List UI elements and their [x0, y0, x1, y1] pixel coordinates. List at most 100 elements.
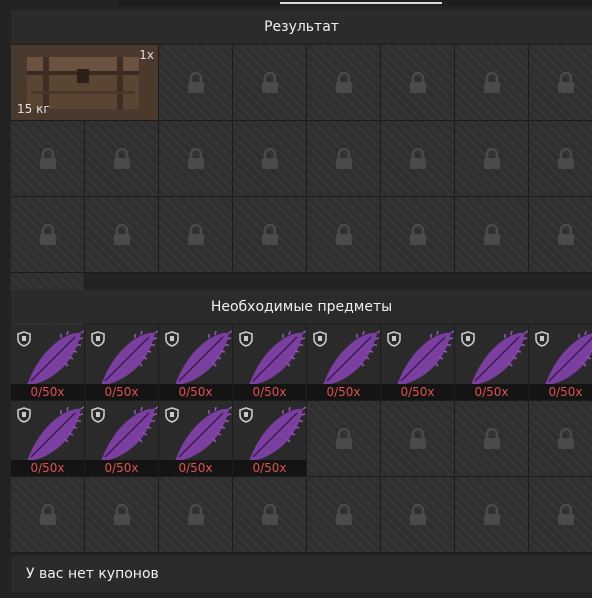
lock-icon: [261, 147, 278, 169]
locked-slot: [85, 477, 159, 553]
lock-icon: [113, 503, 130, 525]
lock-icon: [409, 503, 426, 525]
locked-slot: [455, 477, 529, 553]
lock-icon: [335, 503, 352, 525]
required-item[interactable]: 0/50x: [233, 325, 307, 401]
locked-slot: [381, 121, 455, 197]
locked-slot: [529, 477, 592, 553]
lock-icon: [409, 147, 426, 169]
lock-icon: [483, 427, 500, 449]
required-item[interactable]: 0/50x: [529, 325, 592, 401]
required-items-title: Необходимые предметы: [210, 298, 393, 315]
required-item[interactable]: 0/50x: [159, 401, 233, 477]
locked-slot: [85, 121, 159, 197]
item-count: 0/50x: [455, 384, 528, 400]
top-tab-strip: [118, 0, 592, 6]
item-weight: 15 кг: [17, 102, 50, 116]
required-item[interactable]: 0/50x: [11, 401, 85, 477]
lock-icon: [409, 223, 426, 245]
locked-slot: [381, 477, 455, 553]
item-count: 0/50x: [85, 460, 158, 476]
lock-icon: [261, 503, 278, 525]
required-item[interactable]: 0/50x: [11, 325, 85, 401]
required-items-header: Необходимые предметы: [11, 290, 592, 323]
shield-icon: [535, 331, 549, 347]
lock-icon: [483, 71, 500, 93]
lock-icon: [483, 503, 500, 525]
required-item[interactable]: 0/50x: [455, 325, 529, 401]
feather-icon: [101, 330, 158, 385]
locked-slot: [233, 121, 307, 197]
item-count: 0/50x: [381, 384, 454, 400]
locked-slot: [381, 401, 455, 477]
required-items-grid: 0/50x 0/50x 0/50x 0/50x 0/50x 0/50x 0/50x 0/50x…: [11, 325, 592, 553]
lock-icon: [557, 427, 574, 449]
locked-slot: [11, 477, 85, 553]
lock-icon: [557, 503, 574, 525]
lock-icon: [187, 147, 204, 169]
shield-icon: [17, 407, 31, 423]
lock-icon: [113, 223, 130, 245]
lock-icon: [39, 147, 56, 169]
shield-icon: [239, 407, 253, 423]
lock-icon: [187, 503, 204, 525]
shield-icon: [91, 331, 105, 347]
required-item[interactable]: 0/50x: [381, 325, 455, 401]
locked-slot: [307, 401, 381, 477]
locked-slot: [529, 401, 592, 477]
active-tab-indicator: [280, 2, 442, 4]
item-count: 0/50x: [159, 384, 232, 400]
feather-icon: [249, 406, 306, 461]
locked-slot: [455, 45, 529, 121]
lock-icon: [557, 223, 574, 245]
locked-slot: [307, 121, 381, 197]
lock-icon: [335, 147, 352, 169]
lock-icon: [335, 427, 352, 449]
locked-slot: [233, 45, 307, 121]
locked-slot: [11, 121, 85, 197]
lock-icon: [483, 147, 500, 169]
required-item[interactable]: 0/50x: [307, 325, 381, 401]
shield-icon: [91, 407, 105, 423]
required-item[interactable]: 0/50x: [159, 325, 233, 401]
required-item[interactable]: 0/50x: [85, 401, 159, 477]
locked-slot: [159, 197, 233, 273]
lock-icon: [261, 223, 278, 245]
shield-icon: [165, 407, 179, 423]
item-count: 0/50x: [233, 460, 306, 476]
required-item[interactable]: 0/50x: [85, 325, 159, 401]
locked-slot: [159, 121, 233, 197]
result-item-chest[interactable]: 1x 15 кг: [11, 45, 159, 121]
locked-slot: [455, 401, 529, 477]
required-item[interactable]: 0/50x: [233, 401, 307, 477]
shield-icon: [387, 331, 401, 347]
item-count: 0/50x: [307, 384, 380, 400]
item-count: 0/50x: [159, 460, 232, 476]
locked-slot: [307, 477, 381, 553]
lock-icon: [557, 71, 574, 93]
item-count: 0/50x: [85, 384, 158, 400]
locked-slot: [307, 197, 381, 273]
feather-icon: [397, 330, 454, 385]
shield-icon: [313, 331, 327, 347]
locked-slot: [381, 45, 455, 121]
locked-slot: [455, 197, 529, 273]
shield-icon: [239, 331, 253, 347]
lock-icon: [187, 71, 204, 93]
locked-slot: [233, 197, 307, 273]
feather-icon: [27, 406, 84, 461]
item-count: 0/50x: [11, 384, 84, 400]
lock-icon: [39, 503, 56, 525]
lock-icon: [335, 71, 352, 93]
feather-icon: [175, 330, 232, 385]
coupons-bar: У вас нет купонов: [11, 556, 592, 592]
item-count: 0/50x: [529, 384, 592, 400]
lock-icon: [557, 147, 574, 169]
lock-icon: [187, 223, 204, 245]
feather-icon: [175, 406, 232, 461]
lock-icon: [409, 427, 426, 449]
locked-slot: [85, 197, 159, 273]
locked-slot: [233, 477, 307, 553]
item-quantity: 1x: [139, 48, 154, 62]
locked-slot: [529, 121, 592, 197]
